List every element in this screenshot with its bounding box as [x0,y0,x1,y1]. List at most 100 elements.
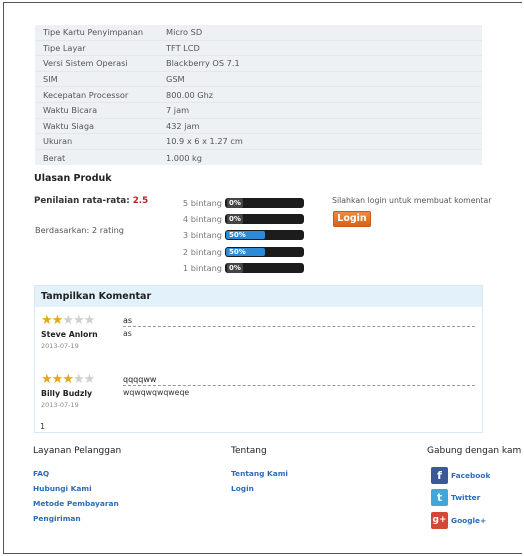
rating-bar: 0% [225,214,304,225]
spec-row: Versi Sistem Operasi Blackberry OS 7.1 [35,56,482,72]
footer-about-title: Tentang [231,446,267,456]
average-rating: Penilaian rata-rata: 2.5 [34,196,148,206]
rating-bar-percent: 50% [229,231,246,240]
average-rating-label: Penilaian rata-rata: [34,196,130,206]
footer-link-payment[interactable]: Metode Pembayaran [33,499,119,508]
star-empty-icon: ★ [62,313,74,328]
star-filled-icon: ★ [51,372,64,387]
rating-bar-label: 4 bintang [182,214,222,225]
spec-value: 432 jam [166,120,200,131]
footer-link-about[interactable]: Tentang Kami [231,469,288,478]
average-rating-value: 2.5 [132,196,149,206]
footer-link-faq[interactable]: FAQ [33,469,49,478]
spec-value: GSM [166,74,185,85]
spec-row: Berat 1.000 kg [35,150,482,166]
twitter-link[interactable]: t Twitter [431,489,480,506]
rating-bar-percent: 0% [227,214,243,225]
rating-bar: 0% [225,198,304,209]
star-empty-icon: ★ [72,372,85,387]
star-empty-icon: ★ [83,372,96,387]
star-filled-icon: ★ [41,372,53,387]
spec-value: TFT LCD [166,42,200,53]
rating-bar-label: 3 bintang [182,230,222,241]
star-empty-icon: ★ [72,313,85,328]
spec-key: Tipe Layar [43,42,86,53]
spec-row: Tipe Kartu Penyimpanan Micro SD [35,25,482,41]
spec-key: Versi Sistem Operasi [43,58,128,69]
facebook-icon: f [431,467,448,484]
spec-key: Ukuran [43,136,73,147]
comments-title: Tampilkan Komentar [35,286,482,307]
footer-social-title: Gabung dengan kami di [427,446,522,456]
rating-bar-row: 5 bintang 0% [180,195,304,211]
star-empty-icon: ★ [83,313,96,328]
spec-row: SIM GSM [35,72,482,88]
rating-distribution: 5 bintang 0% 4 bintang 0% 3 bintang 50% … [180,195,304,276]
star-rating: ★★★★★ [41,372,96,387]
rating-bar-percent: 0% [227,198,243,209]
comment-body: as [123,329,132,338]
rating-bar-row: 2 bintang 50% [180,244,304,260]
spec-key: Waktu Bicara [43,105,98,116]
facebook-label: Facebook [451,471,491,480]
footer-customer-service-title: Layanan Pelanggan [33,446,122,456]
spec-table: Tipe Kartu Penyimpanan Micro SD Tipe Laya… [35,25,482,166]
facebook-link[interactable]: f Facebook [431,467,490,484]
spec-row: Kecepatan Processor 800.00 Ghz [35,87,482,103]
comment: ★★★★★ Steve Anlorn 2013-07-19 as as [41,313,481,355]
spec-key: Berat [43,152,66,163]
rating-bar: 0% [225,262,304,273]
google-plus-label: Google+ [451,516,487,525]
star-rating: ★★★★★ [41,313,96,328]
comment-body: wqwqwqwqweqe [123,388,190,397]
login-button[interactable]: Login [333,211,371,227]
rating-bar: 50% [225,246,304,257]
spec-key: Kecepatan Processor [43,89,129,100]
star-filled-icon: ★ [51,313,64,328]
comment-date: 2013-07-19 [41,342,79,350]
spec-row: Waktu Bicara 7 jam [35,103,482,119]
google-plus-link[interactable]: g+ Google+ [431,512,486,529]
rating-count: Berdasarkan: 2 rating [35,225,124,235]
page-frame: Tipe Kartu Penyimpanan Micro SD Tipe Laya… [3,2,522,554]
reviews-title: Ulasan Produk [34,173,112,184]
login-prompt: Silahkan login untuk membuat komentar [332,196,492,205]
rating-bar-label: 5 bintang [182,198,222,209]
star-filled-icon: ★ [62,372,74,387]
rating-bar-label: 2 bintang [182,246,222,257]
spec-value: 800.00 Ghz [166,89,214,100]
spec-key: SIM [43,74,58,85]
google-plus-icon: g+ [431,512,448,529]
rating-bar: 50% [225,230,304,241]
rating-bar-percent: 50% [229,247,246,256]
rating-bar-row: 3 bintang 50% [180,227,304,243]
footer-link-login[interactable]: Login [231,484,254,493]
comment-author: Steve Anlorn [41,330,98,339]
twitter-icon: t [431,489,448,506]
comment-author: Billy Budzly [41,389,93,398]
footer-link-shipping[interactable]: Pengiriman [33,514,81,523]
footer-link-contact[interactable]: Hubungi Kami [33,484,92,493]
spec-key: Waktu Siaga [43,120,95,131]
rating-bar-percent: 0% [227,262,243,273]
comment-date: 2013-07-19 [41,401,79,409]
spec-value: 10.9 x 6 x 1.27 cm [166,136,243,147]
spec-row: Waktu Siaga 432 jam [35,119,482,135]
comment: ★★★★★ Billy Budzly 2013-07-19 qqqqww wqw… [41,372,481,414]
rating-bar-row: 4 bintang 0% [180,211,304,227]
spec-value: 1.000 kg [166,152,202,163]
star-filled-icon: ★ [41,313,53,328]
spec-value: 7 jam [166,105,190,116]
rating-bar-label: 1 bintang [182,262,222,273]
twitter-label: Twitter [451,493,481,502]
spec-value: Blackberry OS 7.1 [166,58,240,69]
comment-title: as [123,316,475,327]
spec-key: Tipe Kartu Penyimpanan [43,27,144,38]
pagination-page[interactable]: 1 [40,422,45,431]
rating-bar-row: 1 bintang 0% [180,260,304,276]
comments-panel: Tampilkan Komentar ★★★★★ Steve Anlorn 20… [34,285,483,433]
spec-row: Ukuran 10.9 x 6 x 1.27 cm [35,134,482,150]
comment-title: qqqqww [123,375,475,386]
spec-row: Tipe Layar TFT LCD [35,41,482,57]
spec-value: Micro SD [166,27,203,38]
